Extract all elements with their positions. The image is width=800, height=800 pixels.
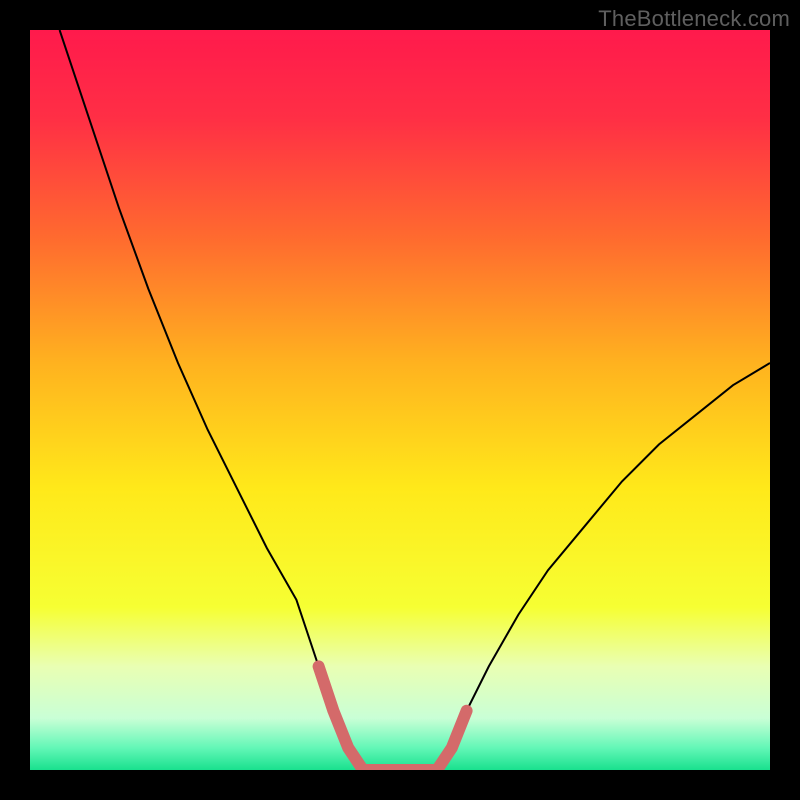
chart-frame: TheBottleneck.com: [0, 0, 800, 800]
gradient-background: [30, 30, 770, 770]
watermark-text: TheBottleneck.com: [598, 6, 790, 32]
bottleneck-chart: [30, 30, 770, 770]
plot-area: [30, 30, 770, 770]
